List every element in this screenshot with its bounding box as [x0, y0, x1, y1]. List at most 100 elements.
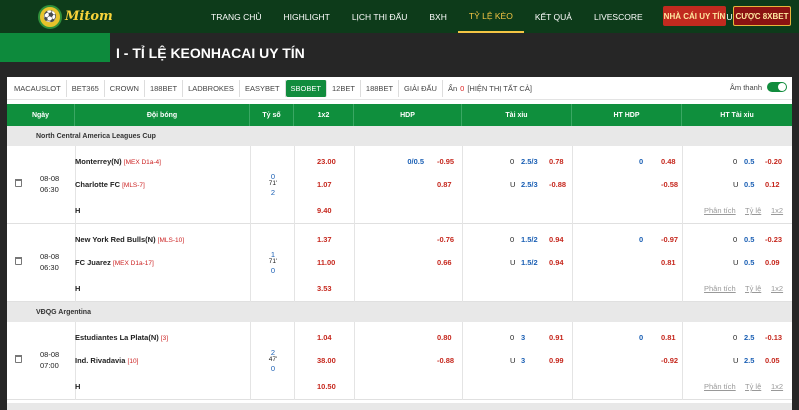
tab-crown[interactable]: CROWN [105, 79, 145, 97]
column-divider [462, 146, 463, 224]
hdp-odds-away[interactable]: 0.87 [437, 180, 452, 189]
cuoc-8xbet-button[interactable]: CƯỢC 8XBET [733, 6, 791, 26]
nav-lich-thi-dau[interactable]: LỊCH THI ĐẤU [341, 0, 419, 33]
away-team-rank: [MEX D1a-17] [112, 260, 154, 267]
httx-odds-over[interactable]: -0.23 [765, 235, 782, 244]
link-ty-le[interactable]: Tỷ lệ [745, 284, 761, 293]
hdp-odds-home[interactable]: 0.80 [437, 333, 452, 342]
link-phan-tich[interactable]: Phân tích [704, 382, 736, 391]
tab-bet365[interactable]: BET365 [67, 79, 105, 97]
httx-zero: 0 [733, 235, 738, 244]
trash-icon[interactable] [15, 257, 22, 265]
tx-under-label: U [510, 258, 516, 267]
odds-2[interactable]: 11.00 [317, 258, 335, 267]
league-header: VĐQG Argentina [7, 302, 792, 322]
away-team-name: Ind. Rivadavia [75, 356, 126, 365]
trash-icon[interactable] [15, 179, 22, 187]
link-phan-tich[interactable]: Phân tích [704, 206, 736, 215]
away-team[interactable]: FC Juarez [MEX D1a-17] [75, 258, 154, 267]
tx-odds-under[interactable]: 0.94 [549, 258, 564, 267]
tx-under-label: U [510, 180, 516, 189]
sound-toggle-wrap: Âm thanh [730, 82, 787, 92]
tab-188bet[interactable]: 188BET [145, 79, 184, 97]
logo-text: Mitom [65, 9, 113, 24]
httx-odds-over[interactable]: -0.20 [765, 157, 782, 166]
hdp-odds-home[interactable]: -0.95 [437, 157, 454, 166]
odds-2[interactable]: 38.00 [317, 356, 336, 365]
ht-hdp-odds-away[interactable]: -0.92 [661, 356, 678, 365]
ht-hdp-odds-away[interactable]: -0.58 [661, 180, 678, 189]
odds-x[interactable]: 9.40 [317, 206, 332, 215]
tab-giai-dau[interactable]: GIẢI ĐẤU [399, 79, 443, 97]
home-team[interactable]: Estudiantes La Plata(N) [3] [75, 333, 168, 342]
link-1x2[interactable]: 1x2 [771, 284, 783, 293]
away-team-name: Charlotte FC [75, 180, 120, 189]
ht-hdp-odds-home[interactable]: 0.81 [661, 333, 676, 342]
nav-ty-le-keo[interactable]: TỶ LỆ KÈO [457, 0, 524, 33]
link-ty-le[interactable]: Tỷ lệ [745, 382, 761, 391]
nav-ket-qua[interactable]: KẾT QUẢ [524, 0, 583, 33]
nav-trang-chu[interactable]: TRANG CHỦ [200, 0, 273, 33]
away-team[interactable]: Charlotte FC [MLS-7] [75, 180, 145, 189]
nav-bxh[interactable]: BXH [418, 0, 457, 33]
odds-x[interactable]: 10.50 [317, 382, 336, 391]
odds-x[interactable]: 3.53 [317, 284, 332, 293]
away-team[interactable]: Ind. Rivadavia [10] [75, 356, 138, 365]
tx-odds-over[interactable]: 0.91 [549, 333, 564, 342]
sound-toggle[interactable] [767, 82, 787, 92]
httx-line-under: 2.5 [744, 356, 755, 365]
column-divider [682, 146, 683, 224]
tx-odds-under[interactable]: -0.88 [549, 180, 566, 189]
column-divider [682, 322, 683, 400]
site-logo[interactable]: ⚽ Mitom [38, 3, 118, 30]
odds-1[interactable]: 1.37 [317, 235, 332, 244]
httx-odds-under[interactable]: 0.12 [765, 180, 780, 189]
tab-easybet[interactable]: EASYBET [240, 79, 286, 97]
column-divider [572, 146, 573, 224]
ht-hdp-odds-away[interactable]: 0.81 [661, 258, 676, 267]
link-ty-le[interactable]: Tỷ lệ [745, 206, 761, 215]
home-team[interactable]: Monterrey(N) [MEX D1a-4] [75, 157, 161, 166]
trash-icon[interactable] [15, 355, 22, 363]
tx-line-under: 2.5/3 [521, 180, 538, 189]
column-divider [462, 224, 463, 302]
tab-hidden[interactable]: Ẩn 0 [HIỆN THỊ TẤT CẢ] [443, 80, 537, 97]
link-phan-tich[interactable]: Phân tích [704, 284, 736, 293]
column-divider [462, 322, 463, 400]
nha-cai-uy-tin-button[interactable]: NHÀ CÁI UY TÍN [663, 6, 726, 26]
tab-188bet-2[interactable]: 188BET [361, 79, 400, 97]
odds-1[interactable]: 1.04 [317, 333, 332, 342]
show-all-link[interactable]: [HIỆN THỊ TẤT CẢ] [467, 84, 532, 93]
tab-sbobet[interactable]: SBOBET [285, 79, 327, 97]
nav-livescore[interactable]: LIVESCORE [583, 0, 654, 33]
score-away: 0 [270, 364, 276, 373]
odds-2[interactable]: 1.07 [317, 180, 332, 189]
away-team-rank: [MLS-7] [122, 182, 145, 189]
httx-odds-under[interactable]: 0.09 [765, 258, 780, 267]
httx-odds-under[interactable]: 0.05 [765, 356, 780, 365]
tx-odds-under[interactable]: 0.99 [549, 356, 564, 365]
httx-line-under: 0.5 [744, 180, 755, 189]
odds-1[interactable]: 23.00 [317, 157, 336, 166]
hdp-odds-away[interactable]: -0.88 [437, 356, 454, 365]
hdp-odds-home[interactable]: -0.76 [437, 235, 454, 244]
link-1x2[interactable]: 1x2 [771, 382, 783, 391]
ht-hdp-odds-home[interactable]: -0.97 [661, 235, 678, 244]
tx-line-under: 3 [521, 356, 526, 365]
ht-hdp-odds-home[interactable]: 0.48 [661, 157, 676, 166]
column-divider [294, 146, 295, 224]
tab-12bet[interactable]: 12BET [327, 79, 361, 97]
tx-odds-over[interactable]: 0.94 [549, 235, 564, 244]
hdp-odds-away[interactable]: 0.66 [437, 258, 452, 267]
col-doi-bong: Đội bóng [75, 104, 250, 126]
tab-ladbrokes[interactable]: LADBROKES [183, 79, 240, 97]
col-ty-so: Tỷ số [250, 104, 294, 126]
nav-highlight[interactable]: HIGHLIGHT [273, 0, 341, 33]
tx-line-under: 1.5/2 [521, 258, 538, 267]
bookmaker-tabs: MACAUSLOT BET365 CROWN 188BET LADBROKES … [7, 77, 792, 100]
home-team[interactable]: New York Red Bulls(N) [MLS-10] [75, 235, 184, 244]
httx-odds-over[interactable]: -0.13 [765, 333, 782, 342]
tab-macauslot[interactable]: MACAUSLOT [9, 79, 67, 97]
link-1x2[interactable]: 1x2 [771, 206, 783, 215]
tx-odds-over[interactable]: 0.78 [549, 157, 564, 166]
